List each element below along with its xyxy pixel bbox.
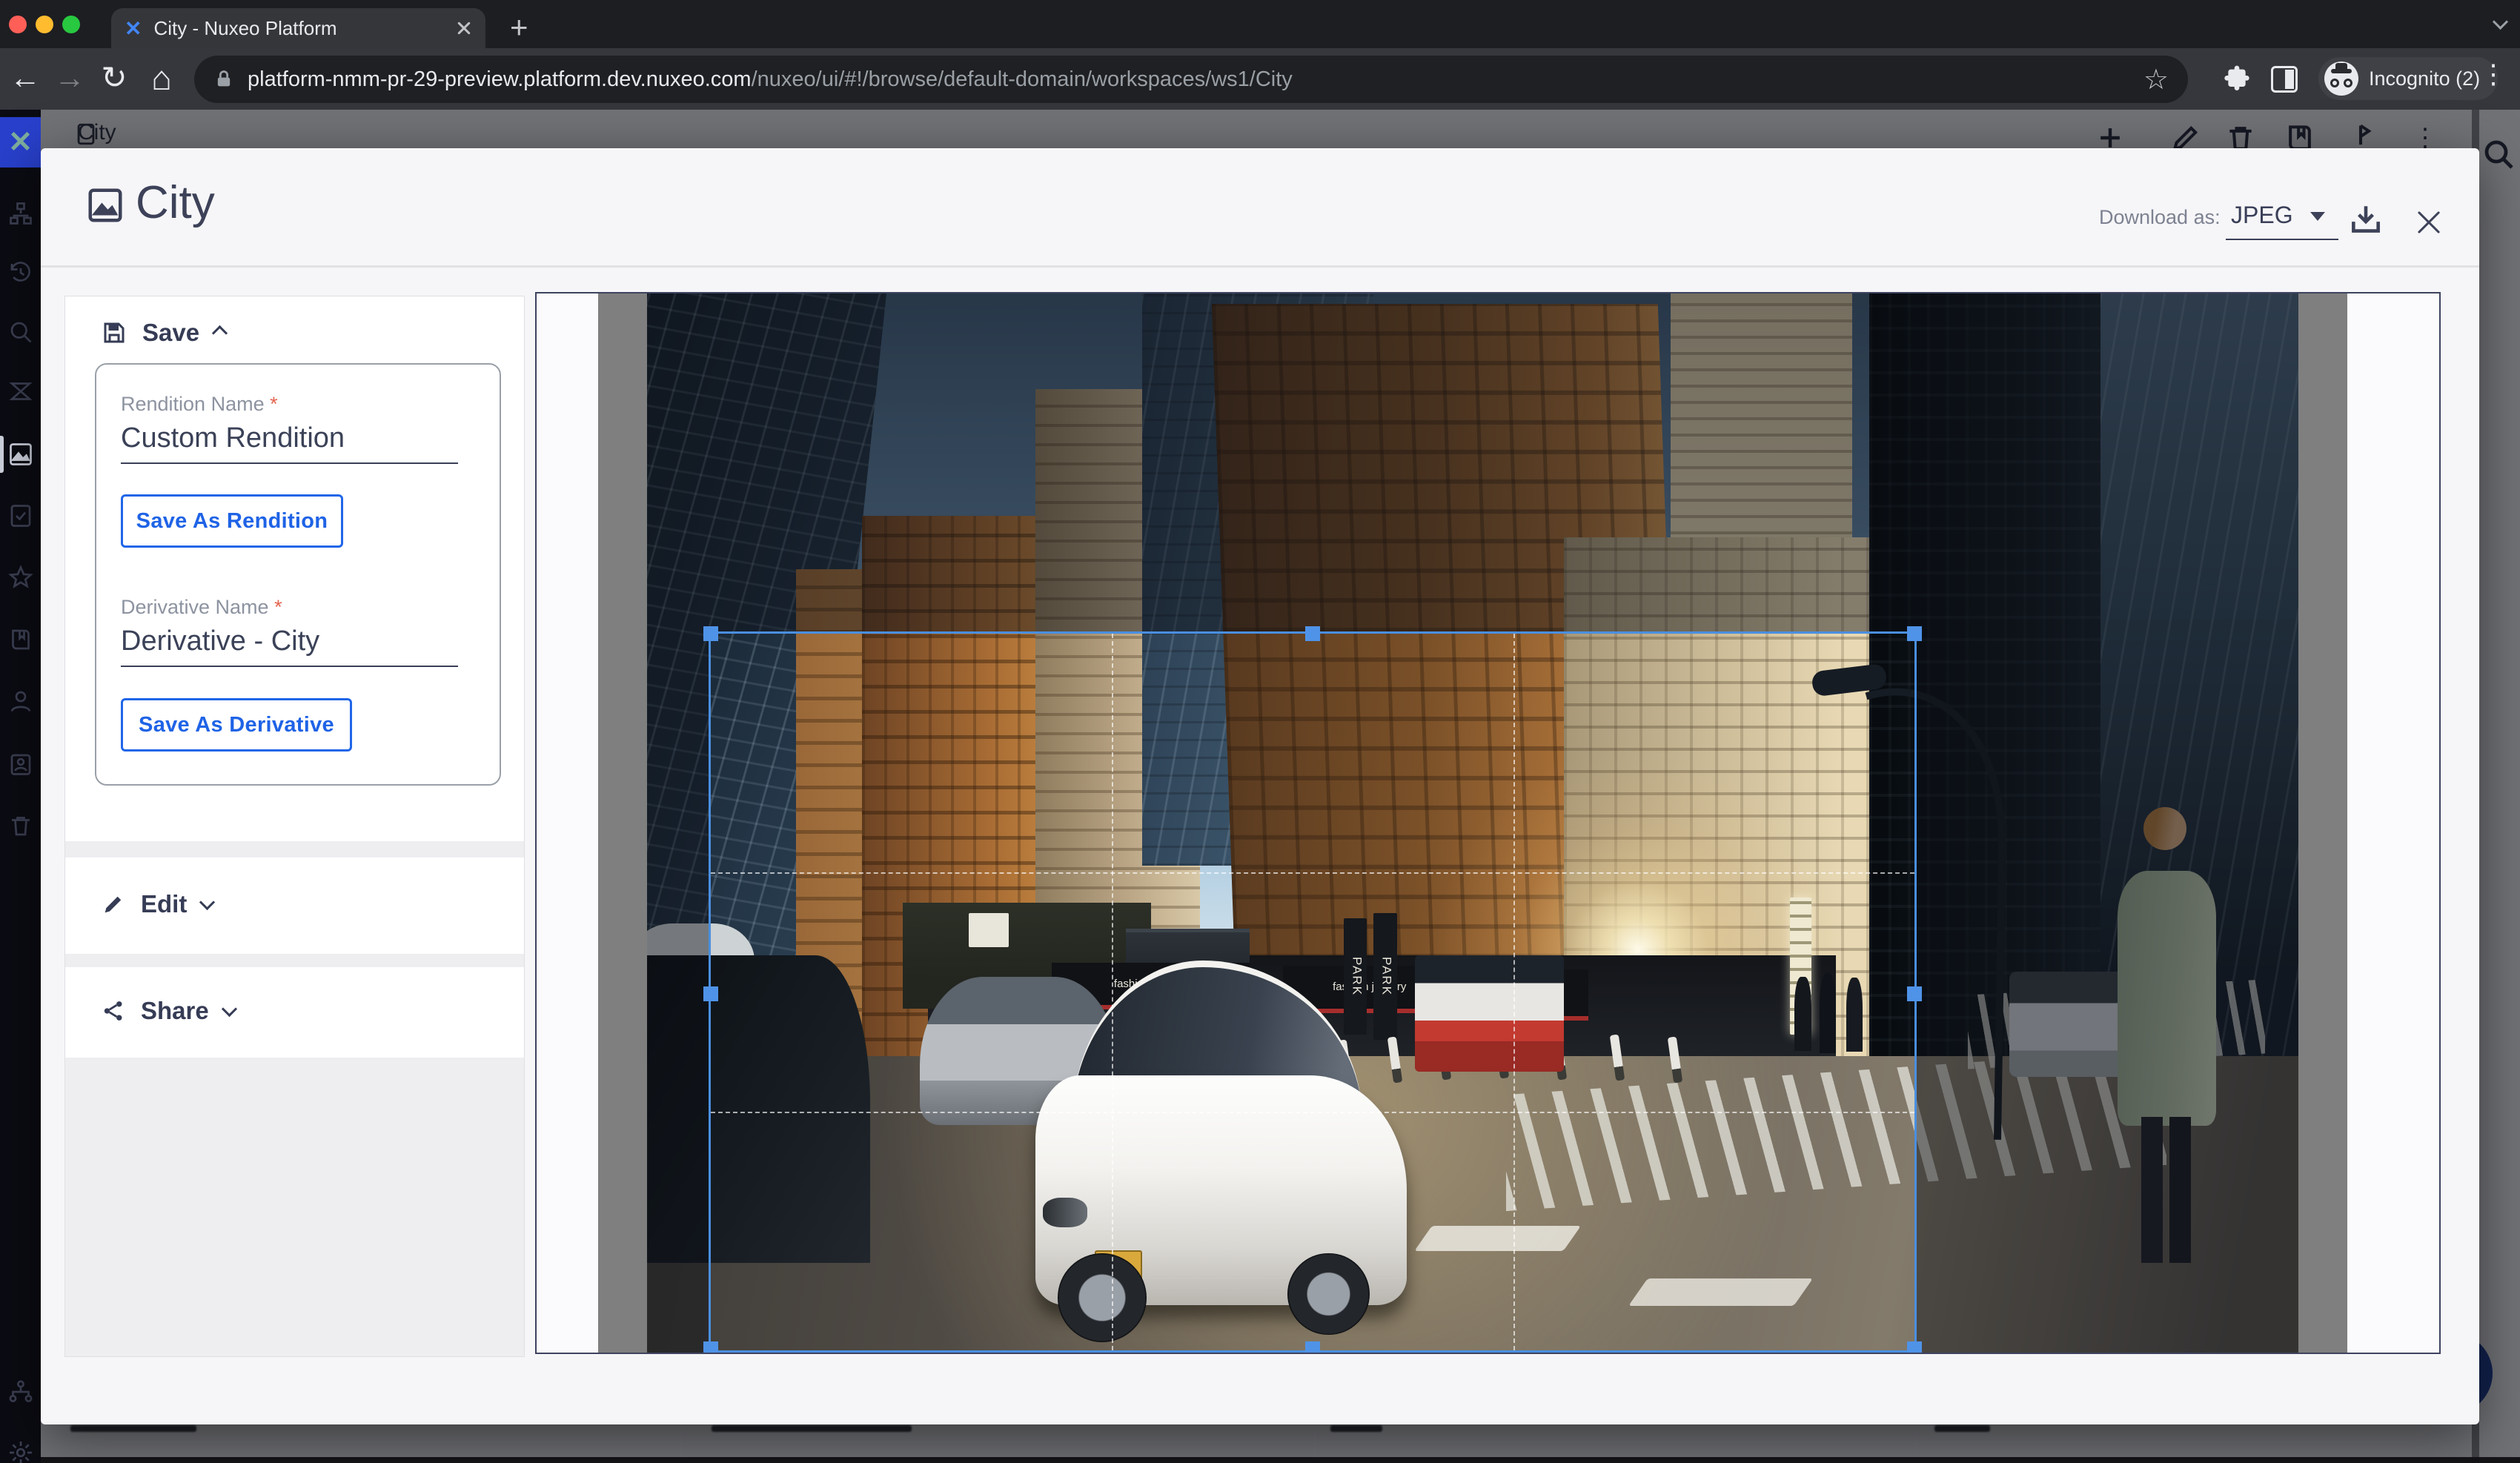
crop-guide-horizontal (711, 1112, 1914, 1113)
app-sidebar: ✕ (0, 110, 41, 1463)
modal-title: City (136, 176, 215, 229)
rendition-name-input[interactable]: Custom Rendition (121, 422, 345, 454)
sidebar-org-icon[interactable] (7, 1379, 34, 1405)
sidebar-workflow-icon[interactable] (7, 502, 34, 529)
incognito-label: Incognito (2) (2369, 67, 2480, 90)
edit-section: Edit (65, 857, 524, 954)
sidebar-active-indicator (0, 436, 4, 473)
image-editor-modal: City Download as: JPEG Save (41, 148, 2479, 1424)
page-content: City ⋮ ✕ (0, 110, 2520, 1463)
sidebar-settings-gear-icon[interactable] (7, 1439, 34, 1463)
save-as-derivative-button[interactable]: Save As Derivative (121, 698, 352, 752)
extensions-puzzle-icon[interactable] (2222, 64, 2252, 94)
download-icon[interactable] (2347, 202, 2384, 239)
crop-handle-nw[interactable] (703, 626, 718, 641)
woman-green-coat (2113, 807, 2221, 1262)
modal-close-icon[interactable] (2414, 208, 2444, 237)
woman-coat (2118, 871, 2216, 1126)
crop-guide-horizontal (711, 872, 1914, 874)
dropdown-caret-icon[interactable] (2310, 212, 2325, 221)
sidebar-browse-icon[interactable] (7, 200, 34, 227)
save-card: Rendition Name * Custom Rendition Save A… (95, 363, 501, 786)
share-icon (101, 998, 126, 1024)
crop-handle-s[interactable] (1305, 1341, 1320, 1353)
crop-handle-se[interactable] (1907, 1341, 1922, 1353)
crop-handle-sw[interactable] (703, 1341, 718, 1353)
image-viewer: fashion jewelry fashion jewelry fashion … (535, 292, 2441, 1354)
woman-head (2143, 807, 2186, 850)
browser-menu-icon[interactable]: ⋮ (2480, 59, 2507, 90)
lock-icon (213, 67, 234, 92)
required-asterisk: * (270, 393, 278, 415)
url-domain: platform-nmm-pr-29-preview.platform.dev.… (248, 67, 752, 91)
crop-guide-vertical (1513, 634, 1515, 1350)
tab-title: City - Nuxeo Platform (153, 17, 456, 40)
woman-legs (2169, 1117, 2191, 1263)
back-button[interactable]: ← (4, 48, 46, 110)
url-path: /nuxeo/ui/#!/browse/default-domain/works… (752, 67, 1293, 91)
edit-section-header[interactable]: Edit (101, 890, 213, 918)
woman-legs (2141, 1117, 2163, 1263)
nuxeo-logo[interactable]: ✕ (0, 117, 41, 167)
rendition-name-label: Rendition Name * (121, 393, 278, 416)
window-maximize-button[interactable] (62, 16, 80, 33)
sidebar-search-icon[interactable] (7, 319, 34, 345)
save-section-header[interactable]: Save (101, 319, 225, 347)
crop-guide-vertical (1112, 634, 1113, 1350)
share-section: Share (65, 967, 524, 1058)
crop-handle-e[interactable] (1907, 986, 1922, 1001)
window-close-button[interactable] (9, 16, 27, 33)
share-section-label: Share (141, 997, 209, 1025)
photo-city-street: fashion jewelry fashion jewelry fashion … (647, 293, 2298, 1353)
required-asterisk: * (274, 596, 282, 618)
url-bar[interactable]: platform-nmm-pr-29-preview.platform.dev.… (194, 56, 2188, 103)
download-format-underline (2226, 239, 2338, 240)
image-icon (85, 185, 125, 225)
crop-selection[interactable] (709, 631, 1917, 1353)
side-panel-icon[interactable] (2271, 66, 2298, 93)
sidebar-recents-icon[interactable] (7, 259, 34, 286)
incognito-badge: Incognito (2) (2318, 57, 2498, 100)
rendition-input-underline (121, 462, 458, 464)
crop-handle-ne[interactable] (1907, 626, 1922, 641)
screen: ✕ City - Nuxeo Platform + ← → ↻ ⌂ platfo… (0, 0, 2520, 1463)
save-as-rendition-button[interactable]: Save As Rendition (121, 494, 343, 548)
sidebar-assets-icon[interactable] (7, 441, 34, 468)
tab-overflow-chevron-icon[interactable] (2495, 16, 2506, 31)
tab-close-icon[interactable] (456, 20, 472, 36)
derivative-name-input[interactable]: Derivative - City (121, 626, 319, 657)
edit-section-label: Edit (141, 890, 187, 918)
browser-toolbar: ← → ↻ ⌂ platform-nmm-pr-29-preview.platf… (0, 48, 2520, 110)
nuxeo-favicon-icon: ✕ (125, 16, 142, 41)
editor-side-panel: Save Rendition Name * Custom Rendition S… (64, 296, 525, 1357)
new-tab-button[interactable]: + (510, 9, 528, 46)
header-divider (41, 265, 2479, 268)
bookmark-star-icon[interactable]: ☆ (2143, 63, 2169, 96)
sidebar-tasks-icon[interactable] (7, 378, 34, 405)
reload-button[interactable]: ↻ (93, 48, 135, 110)
sidebar-collections-icon[interactable] (7, 626, 34, 653)
download-format-select[interactable]: JPEG (2231, 202, 2293, 229)
share-section-header[interactable]: Share (101, 997, 235, 1025)
sidebar-profile-icon[interactable] (7, 688, 34, 714)
home-button[interactable]: ⌂ (141, 48, 182, 110)
save-section: Save Rendition Name * Custom Rendition S… (65, 296, 524, 841)
edit-pencil-icon (101, 892, 126, 917)
sidebar-favorites-icon[interactable] (7, 564, 34, 591)
crop-handle-n[interactable] (1305, 626, 1320, 641)
sidebar-admin-icon[interactable] (7, 751, 34, 777)
crop-canvas: fashion jewelry fashion jewelry fashion … (598, 293, 2347, 1353)
save-floppy-icon (101, 319, 127, 346)
derivative-input-underline (121, 666, 458, 667)
window-minimize-button[interactable] (36, 16, 53, 33)
browser-tab-strip: ✕ City - Nuxeo Platform + (0, 0, 2520, 48)
forward-button[interactable]: → (49, 48, 90, 110)
crop-handle-w[interactable] (703, 986, 718, 1001)
browser-tab-city[interactable]: ✕ City - Nuxeo Platform (111, 8, 485, 48)
sidebar-trash-icon[interactable] (7, 812, 34, 839)
derivative-name-label: Derivative Name * (121, 596, 282, 619)
download-as-label: Download as: (2099, 206, 2221, 229)
save-section-label: Save (142, 319, 199, 347)
incognito-icon (2324, 62, 2358, 96)
